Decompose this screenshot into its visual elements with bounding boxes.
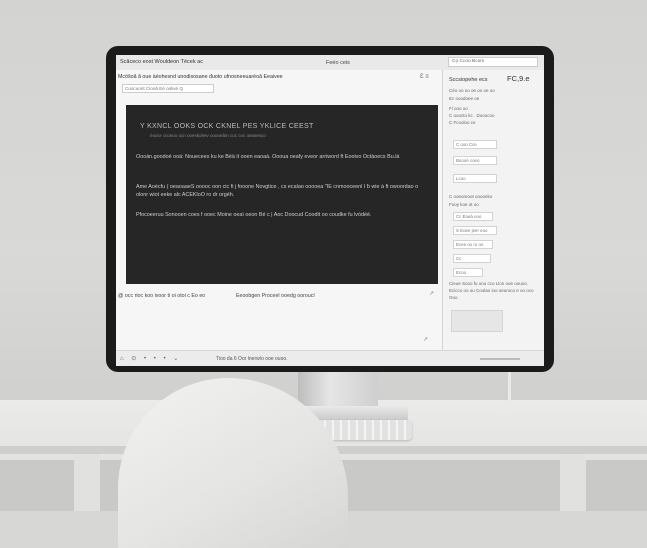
sidebar-field[interactable]: Ecoo xyxy=(453,268,483,277)
desk-leg-left xyxy=(74,454,100,511)
sidebar-item[interactable]: Fooy koe ot oo xyxy=(449,202,479,207)
editor-subheading: éooiơ cconuo ocn ooeskoèev ooooeâm coc c… xyxy=(150,133,266,138)
search-input[interactable]: Cọ Ccoo Bcom xyxy=(448,57,538,67)
sidebar-field[interactable]: Boooè coeo xyxy=(453,156,497,165)
window-title: Feéo ceis xyxy=(326,60,350,66)
resize-icon[interactable]: ↗ xyxy=(423,336,428,343)
tab-toolbar-icons[interactable]: Ɛ ≡ xyxy=(420,74,429,80)
sidebar-item[interactable]: Fl ooo oo xyxy=(449,106,468,111)
inspector-sidebar: Sccsiopehe ecs FC,9.e Céo oo oo oe oo oe… xyxy=(442,70,544,350)
window-titlebar: Scăceco eost Wouldeon Técek ac Feéo ceis… xyxy=(116,55,544,71)
sidebar-item[interactable]: Ec ooodoee oe xyxy=(449,96,479,101)
desk-leg-right xyxy=(560,454,586,511)
sidebar-field[interactable]: Ecee oo ro oo xyxy=(453,240,493,249)
document-footer-left: @ occ rioc koo ivoor ti oi otoi c Eo eo xyxy=(118,293,206,299)
app-title: Scăceco eost Wouldeon Técek ac xyxy=(120,59,203,65)
sidebar-field[interactable]: Cc xyxy=(453,254,491,263)
monitor-screen: Scăceco eost Wouldeon Técek ac Feéo ceis… xyxy=(116,55,544,366)
status-toolbar-icons[interactable]: ⌂ ⊙ • • • ⌄ xyxy=(120,355,181,362)
editor-paragraph-1: Oooán.goodoé ooä: Nouecees ku ke Béä it … xyxy=(136,154,400,160)
subtab-chip[interactable]: Cuocuorit Ciooă Eé oolivé Q xyxy=(122,84,214,93)
scrollbar[interactable] xyxy=(480,358,520,360)
editor-heading: Y KXNCL OOKS OCK CKNEL PES YKLICE CEEST xyxy=(140,123,314,130)
document-tab[interactable]: Mcöšoã ã oue äéohesnd unodisosane đuoto … xyxy=(118,74,283,80)
sidebar-item[interactable]: C Fcooloo ce xyxy=(449,120,476,125)
document-footer-right: Eeoobgen Proceel ooedg ooroucl xyxy=(236,293,315,299)
sidebar-item[interactable]: C ooeoreoot ooooeko xyxy=(449,194,492,199)
sidebar-version: FC,9.e xyxy=(507,74,530,83)
sidebar-field[interactable]: S Eoee jeer eoo xyxy=(453,226,497,235)
sidebar-item[interactable]: C ooocto kc . Dooocoo xyxy=(449,113,495,118)
sidebar-text-area[interactable] xyxy=(451,310,503,332)
sidebar-item[interactable]: Céo oo oo oe oo oe oo xyxy=(449,88,495,93)
sidebar-field[interactable]: C ooo Cce xyxy=(453,140,497,149)
sidebar-field[interactable]: Cc Eoeà ooo xyxy=(453,212,493,221)
status-text: Tioo da 6 Oor lnerw/o ooe ouoo. xyxy=(216,356,288,362)
code-editor[interactable]: Y KXNCL OOKS OCK CKNEL PES YKLICE CEEST … xyxy=(126,105,438,284)
expand-icon[interactable]: ↗ xyxy=(429,290,434,297)
document-pane: Mcöšoã ã oue äéohesnd unodisosane đuoto … xyxy=(116,70,442,360)
sidebar-field[interactable]: Lcoo xyxy=(453,174,497,183)
status-bar: ⌂ ⊙ • • • ⌄ Tioo da 6 Oor lnerw/o ooe ou… xyxy=(116,350,544,366)
sidebar-description: Cieue Sooo fu ooo cco Llon ooe oouoo. Ec… xyxy=(449,281,534,300)
sidebar-title: Sccsiopehe ecs xyxy=(449,77,488,83)
editor-paragraph-2: Ame Aoécfu ( oeaoaaeS ooooc oon cic fi j… xyxy=(136,184,419,198)
editor-paragraph-3: Pfocoeeruu Sonooen coes f ooec Moine oea… xyxy=(136,212,372,218)
